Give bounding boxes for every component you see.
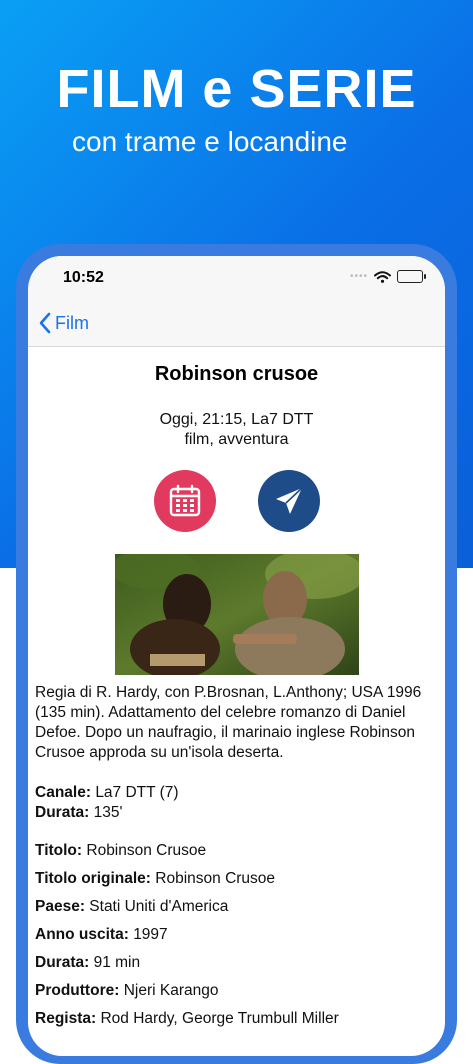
detail-value: 91 min bbox=[93, 954, 141, 971]
chevron-left-icon bbox=[39, 312, 51, 334]
detail-value: Robinson Crusoe bbox=[86, 842, 207, 859]
signal-icon: •••• bbox=[349, 271, 368, 282]
movie-details: Titolo: Robinson Crusoe Titolo originale… bbox=[35, 841, 438, 1029]
calendar-icon bbox=[169, 484, 200, 517]
battery-icon bbox=[397, 270, 426, 283]
channel-value: La7 DTT (7) bbox=[95, 784, 179, 801]
detail-value: Rod Hardy, George Trumbull Miller bbox=[100, 1010, 339, 1027]
broadcast-channel: Canale: La7 DTT (7) bbox=[35, 783, 438, 803]
phone-screen: 10:52 •••• Film Robinson crusoe Oggi, 21… bbox=[28, 256, 445, 1056]
detail-title: Titolo: Robinson Crusoe bbox=[35, 841, 438, 861]
promo-subtitle: con trame e locandine bbox=[72, 126, 348, 157]
movie-description: Regia di R. Hardy, con P.Brosnan, L.Anth… bbox=[35, 684, 422, 761]
detail-value: Robinson Crusoe bbox=[155, 870, 276, 887]
status-time: 10:52 bbox=[63, 269, 104, 286]
detail-label: Anno uscita: bbox=[35, 926, 129, 943]
status-icons: •••• bbox=[349, 270, 426, 283]
broadcast-duration: Durata: 135' bbox=[35, 803, 438, 823]
detail-value: Stati Uniti d'America bbox=[89, 898, 229, 915]
duration-label: Durata: bbox=[35, 804, 90, 821]
schedule: Oggi, 21:15, La7 DTT film, avventura bbox=[35, 410, 438, 450]
promo-title: FILM e SERIE bbox=[56, 59, 417, 119]
detail-producer: Produttore: Njeri Karango bbox=[35, 981, 438, 1001]
add-to-calendar-button[interactable] bbox=[153, 470, 216, 532]
detail-label: Regista: bbox=[35, 1010, 97, 1027]
detail-label: Paese: bbox=[35, 898, 85, 915]
detail-release-year: Anno uscita: 1997 bbox=[35, 925, 438, 945]
detail-director: Regista: Rod Hardy, George Trumbull Mill… bbox=[35, 1009, 438, 1029]
action-buttons bbox=[35, 470, 438, 532]
back-button[interactable]: Film bbox=[38, 312, 89, 334]
channel-label: Canale: bbox=[35, 784, 91, 801]
back-label: Film bbox=[55, 312, 89, 333]
status-bar: 10:52 •••• bbox=[28, 256, 445, 302]
detail-label: Produttore: bbox=[35, 982, 120, 999]
detail-label: Durata: bbox=[35, 954, 90, 971]
share-button[interactable] bbox=[257, 470, 320, 532]
movie-title: Robinson crusoe bbox=[154, 363, 319, 385]
detail-duration: Durata: 91 min bbox=[35, 953, 438, 973]
duration-value: 135' bbox=[93, 804, 123, 821]
detail-original-title: Titolo originale: Robinson Crusoe bbox=[35, 869, 438, 889]
paper-plane-icon bbox=[275, 487, 303, 514]
detail-content: Robinson crusoe Oggi, 21:15, La7 DTT fil… bbox=[28, 363, 445, 1029]
nav-bar: Film bbox=[28, 302, 445, 347]
detail-value: Njeri Karango bbox=[123, 982, 219, 999]
schedule-time-channel: Oggi, 21:15, La7 DTT bbox=[159, 411, 314, 428]
detail-country: Paese: Stati Uniti d'America bbox=[35, 897, 438, 917]
detail-value: 1997 bbox=[133, 926, 168, 943]
detail-label: Titolo: bbox=[35, 842, 83, 859]
detail-label: Titolo originale: bbox=[35, 870, 151, 887]
movie-still-image bbox=[114, 554, 359, 675]
wifi-icon bbox=[374, 270, 391, 283]
broadcast-info: Canale: La7 DTT (7) Durata: 135' bbox=[35, 783, 438, 823]
schedule-genres: film, avventura bbox=[184, 431, 289, 448]
